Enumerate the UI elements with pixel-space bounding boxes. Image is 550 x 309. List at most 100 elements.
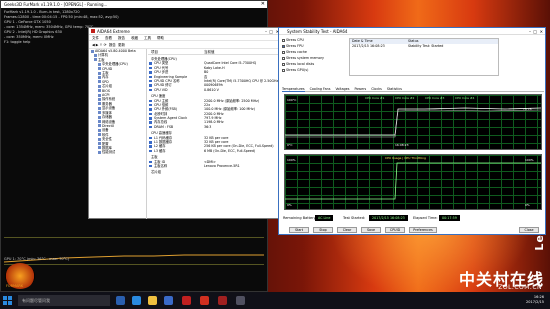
clear-button[interactable]: Clear [337, 227, 357, 233]
furmark-info-line: - core: 350MHz, mem: 0MHz [4, 35, 54, 39]
start-button[interactable]: Start [289, 227, 309, 233]
cpuid-button[interactable]: CPUID [385, 227, 405, 233]
row-icon [149, 164, 152, 168]
battery-value: AC Line [315, 215, 334, 221]
report-button[interactable]: 报告 [109, 43, 116, 47]
update-button[interactable]: 更新 [118, 43, 125, 47]
stress-disks-checkbox[interactable]: Stress local disks [282, 62, 314, 66]
col-field[interactable]: 项目 [151, 49, 158, 55]
tree-item-icon [98, 93, 101, 97]
tree-item-icon [98, 142, 101, 146]
tab-statistics[interactable]: Statistics [387, 87, 402, 91]
furmark-info-line: F1: toggle help [4, 40, 31, 44]
maximize-icon[interactable]: □ [533, 28, 537, 35]
taskbar-search[interactable]: 有问题尽管问我 [18, 295, 110, 306]
tab-clocks[interactable]: Clocks [371, 87, 382, 91]
tab-cooling-fans[interactable]: Cooling Fans [310, 87, 331, 91]
tab-voltages[interactable]: Voltages [335, 87, 349, 91]
preferences-button[interactable]: Preferences [409, 227, 437, 233]
tree-item-icon [94, 58, 97, 62]
tree-item-label: 性能测试 [102, 150, 116, 155]
windows-start-icon[interactable] [3, 296, 12, 305]
row-icon [149, 112, 152, 116]
tree-item-label: 安全性 [102, 137, 112, 142]
menu-file[interactable]: 文件 [92, 36, 99, 40]
save-button[interactable]: Save [361, 227, 381, 233]
task-view-icon[interactable] [116, 296, 125, 305]
aida-titlebar[interactable]: AIDA64 Extreme – □ ✕ [89, 28, 281, 35]
cpu-usage-graph: CPU Usage | CPU Throttling 100% 0% 100% … [284, 154, 542, 210]
detail-row[interactable]: L3 缓存 6 MB (On-Die, ECC, Full-Speed) [148, 149, 282, 153]
stress-gpu-checkbox[interactable]: Stress GPU(s) [282, 68, 308, 72]
stability-titlebar[interactable]: System Stability Test - AIDA64 – □ ✕ [279, 28, 545, 35]
col-value[interactable]: 当前值 [204, 49, 215, 55]
edge-icon[interactable] [132, 296, 141, 305]
row-icon [149, 99, 152, 103]
tree-item-icon [98, 89, 101, 93]
menu-view[interactable]: 查看 [105, 36, 112, 40]
section-row[interactable]: 芯片组 [148, 170, 282, 174]
stress-cache-checkbox[interactable]: Stress cache [282, 50, 307, 54]
row-icon [149, 84, 152, 87]
furmark-taskbar-icon[interactable] [236, 296, 245, 305]
aida-title: AIDA64 Extreme [97, 29, 130, 34]
tab-temperatures[interactable]: Temperatures [282, 87, 305, 92]
tree-item-icon [98, 133, 101, 137]
stress-memory-checkbox[interactable]: Stress system memory [282, 56, 324, 60]
aida64-taskbar-icon[interactable] [218, 296, 227, 305]
detail-row[interactable]: CPU VID 0.8610 V [148, 88, 282, 92]
store-icon[interactable] [164, 296, 173, 305]
tree-item-label: 存储器 [102, 115, 112, 120]
row-value: 36:3 [204, 124, 212, 129]
detail-row[interactable]: DRAM : FSB 36:3 [148, 125, 282, 129]
app-icon[interactable] [182, 296, 191, 305]
tree-item-label: 配置 [102, 141, 109, 146]
test-started-value: 2017/2/15 16:08:23 [369, 215, 408, 221]
stability-test-window[interactable]: System Stability Test - AIDA64 – □ ✕ Str… [278, 27, 546, 235]
status-table-row[interactable]: 2017/2/15 16:08:23 Stability Test: Starte… [350, 44, 498, 49]
row-field: DRAM : FSB [154, 124, 174, 129]
menu-help[interactable]: 帮助 [157, 36, 164, 40]
tab-powers[interactable]: Powers [355, 87, 367, 91]
minimize-icon[interactable]: – [529, 28, 531, 35]
close-icon[interactable]: ✕ [261, 1, 265, 7]
stress-cpu-checkbox[interactable]: Stress CPU [282, 38, 304, 42]
stop-button[interactable]: Stop [313, 227, 333, 233]
row-icon [149, 117, 152, 120]
stability-title: System Stability Test - AIDA64 [287, 29, 348, 34]
tree-item-icon [98, 111, 101, 115]
tree-item-icon [98, 115, 101, 119]
battery-label: Remaining Battery: [283, 216, 317, 220]
aida-main-window[interactable]: AIDA64 Extreme – □ ✕ 文件查看报告收藏工具帮助 ◀ ▶ ↑ … [88, 27, 282, 219]
maximize-icon[interactable]: □ [269, 28, 273, 35]
tree-item-icon [98, 128, 101, 132]
close-button[interactable]: Close [519, 227, 539, 233]
app-icon[interactable] [200, 296, 209, 305]
minimize-icon[interactable]: – [265, 28, 267, 35]
stress-fpu-checkbox[interactable]: Stress FPU [282, 44, 303, 48]
elapsed-label: Elapsed Time: [413, 216, 438, 220]
system-tray-clock[interactable]: 16:26 2017/2/15 [526, 295, 544, 305]
furmark-logo-text: FURMARK [6, 284, 24, 288]
row-icon [149, 103, 152, 107]
menu-report[interactable]: 报告 [118, 36, 125, 40]
aida-detail-panel: 项目 当前值 中央处理器(CPU) CPU 类型 QuadCore Intel Cor… [148, 49, 282, 219]
tree-item-icon [98, 62, 101, 66]
tree-item-icon [98, 150, 101, 154]
menu-favorites[interactable]: 收藏 [131, 36, 138, 40]
row-icon [149, 75, 152, 79]
close-icon[interactable]: ✕ [540, 28, 543, 35]
aida-tree-panel[interactable]: AIDA64 v5.80.4000 Beta 计算机 主板 中央处理器(CPU) CPU… [89, 49, 147, 219]
tree-item-icon [98, 84, 101, 88]
detail-row[interactable]: 主板名称 Lenovo Provence-5R1 [148, 164, 282, 168]
furmark-titlebar[interactable]: Geeks3D FurMark v1.19.1.0 - [OPENGL] - R… [1, 1, 267, 8]
file-explorer-icon[interactable] [148, 296, 157, 305]
tree-item[interactable]: 性能测试 [89, 150, 146, 154]
row-value: 6 MB (On-Die, ECC, Full-Speed) [204, 148, 256, 153]
temperature-graph: CPU Core #1 CPU Core #2 CPU Core #3 CPU … [284, 94, 542, 150]
menu-tools[interactable]: 工具 [144, 36, 151, 40]
row-icon [149, 71, 152, 74]
tree-item-icon [98, 146, 101, 150]
tree-item-icon [98, 97, 101, 101]
tree-item-icon [98, 75, 101, 79]
